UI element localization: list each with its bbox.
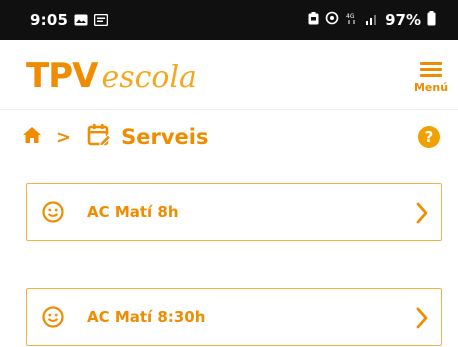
status-time: 9:05 xyxy=(30,11,69,29)
menu-button[interactable]: Menú xyxy=(408,62,454,102)
status-right: 4G 97% xyxy=(308,10,436,30)
battery-saver-icon xyxy=(308,11,319,29)
breadcrumb-separator: > xyxy=(56,126,72,148)
logo-escola: escola xyxy=(101,60,197,95)
service-item-ac-mati-830h[interactable]: AC Matí 8:30h xyxy=(26,288,442,346)
svg-text:4G: 4G xyxy=(346,13,355,20)
hamburger-icon xyxy=(420,62,442,78)
hotspot-icon xyxy=(325,11,339,29)
photo-icon xyxy=(74,11,88,30)
status-left: 9:05 xyxy=(30,11,109,30)
chevron-right-icon xyxy=(415,202,429,228)
battery-icon xyxy=(427,10,436,30)
menu-label: Menú xyxy=(413,81,449,94)
help-icon[interactable]: ? xyxy=(418,126,440,148)
chevron-right-icon xyxy=(415,307,429,333)
service-item-ac-mati-8h[interactable]: AC Matí 8h xyxy=(26,183,442,241)
app-header: TPV escola Menú xyxy=(0,40,458,110)
logo[interactable]: TPV escola xyxy=(26,56,197,96)
calendar-edit-icon xyxy=(87,123,112,151)
message-icon xyxy=(93,11,109,30)
smiley-icon xyxy=(41,305,65,329)
breadcrumb: > Serveis xyxy=(22,122,208,152)
4g-icon: 4G xyxy=(345,11,359,29)
battery-percent: 97% xyxy=(385,11,421,29)
home-icon[interactable] xyxy=(22,126,42,148)
status-bar: 9:05 4G 97% xyxy=(0,0,458,40)
smiley-icon xyxy=(41,200,65,224)
service-label: AC Matí 8h xyxy=(87,203,179,221)
page-title: Serveis xyxy=(121,125,209,149)
signal-icon xyxy=(365,12,379,29)
service-label: AC Matí 8:30h xyxy=(87,308,206,326)
logo-tpv: TPV xyxy=(26,56,98,96)
